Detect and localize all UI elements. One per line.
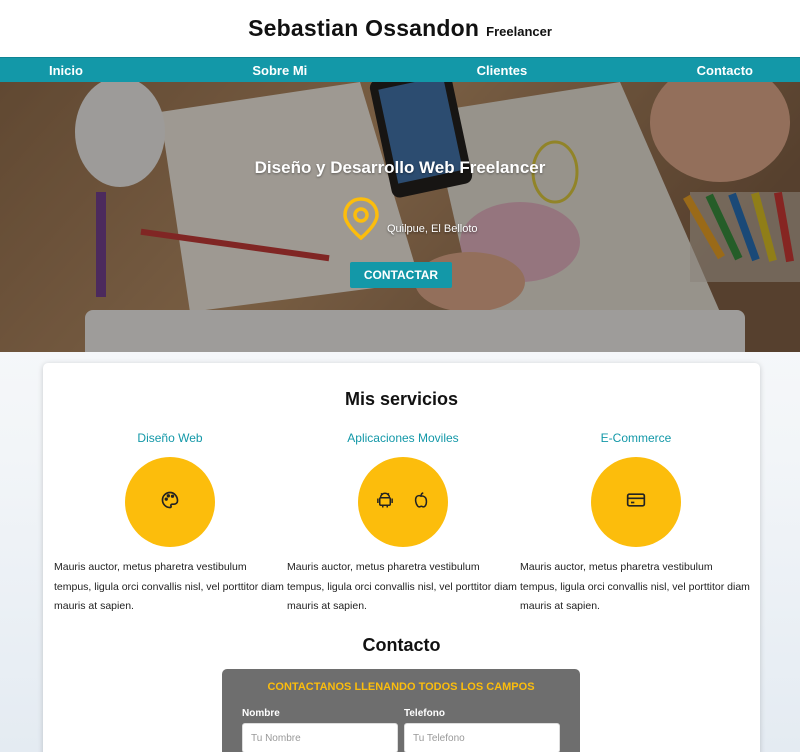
nav-link-contacto[interactable]: Contacto: [697, 63, 753, 78]
service-circle: [358, 457, 448, 547]
main-nav: Inicio Sobre Mi Clientes Contacto: [0, 57, 800, 82]
services-title: Mis servicios: [344, 389, 459, 409]
credit-card-icon: [626, 492, 646, 513]
apple-icon: [412, 490, 430, 515]
service-description: Mauris auctor, metus pharetra vestibulum…: [520, 561, 750, 612]
android-icon: [376, 490, 394, 515]
nav-link-clientes[interactable]: Clientes: [477, 63, 528, 78]
contact-title: Contacto: [362, 635, 441, 655]
service-description: Mauris auctor, metus pharetra vestibulum…: [287, 561, 517, 612]
service-name: Diseño Web: [137, 431, 203, 445]
phone-label: Telefono: [404, 708, 445, 719]
location-text: Quilpue, El Belloto: [387, 223, 478, 235]
service-circle: [125, 457, 215, 547]
service-description: Mauris auctor, metus pharetra vestibulum…: [54, 561, 284, 612]
palette-icon: [160, 490, 180, 515]
name-input[interactable]: [242, 723, 398, 752]
service-diseno-web: Diseño Web Mauris auctor, metus pharetra…: [54, 431, 286, 617]
nav-link-sobre-mi[interactable]: Sobre Mi: [252, 63, 307, 78]
contact-form: CONTACTANOS LLENANDO TODOS LOS CAMPOS No…: [222, 669, 580, 752]
service-name: Aplicaciones Moviles: [347, 431, 459, 445]
form-heading: CONTACTANOS LLENANDO TODOS LOS CAMPOS: [267, 681, 535, 693]
service-name: E-Commerce: [600, 431, 672, 445]
hero-banner: Diseño y Desarrollo Web Freelancer Quilp…: [0, 82, 800, 352]
service-aplicaciones-moviles: Aplicaciones Moviles Mauris auctor, metu…: [287, 431, 519, 617]
hero-title: Diseño y Desarrollo Web Freelancer: [254, 158, 546, 177]
phone-input[interactable]: [404, 723, 560, 752]
site-subtitle: Freelancer: [486, 24, 552, 39]
site-header: Sebastian Ossandon Freelancer: [0, 0, 800, 57]
service-circle: [591, 457, 681, 547]
name-label: Nombre: [242, 708, 280, 719]
service-e-commerce: E-Commerce Mauris auctor, metus pharetra…: [520, 431, 752, 617]
location-pin-icon: [342, 197, 380, 246]
content-card: Mis servicios Diseño Web Mauris auctor, …: [43, 363, 760, 752]
site-title: Sebastian Ossandon: [248, 15, 480, 41]
contactar-button[interactable]: CONTACTAR: [350, 262, 452, 288]
nav-link-inicio[interactable]: Inicio: [49, 63, 83, 78]
